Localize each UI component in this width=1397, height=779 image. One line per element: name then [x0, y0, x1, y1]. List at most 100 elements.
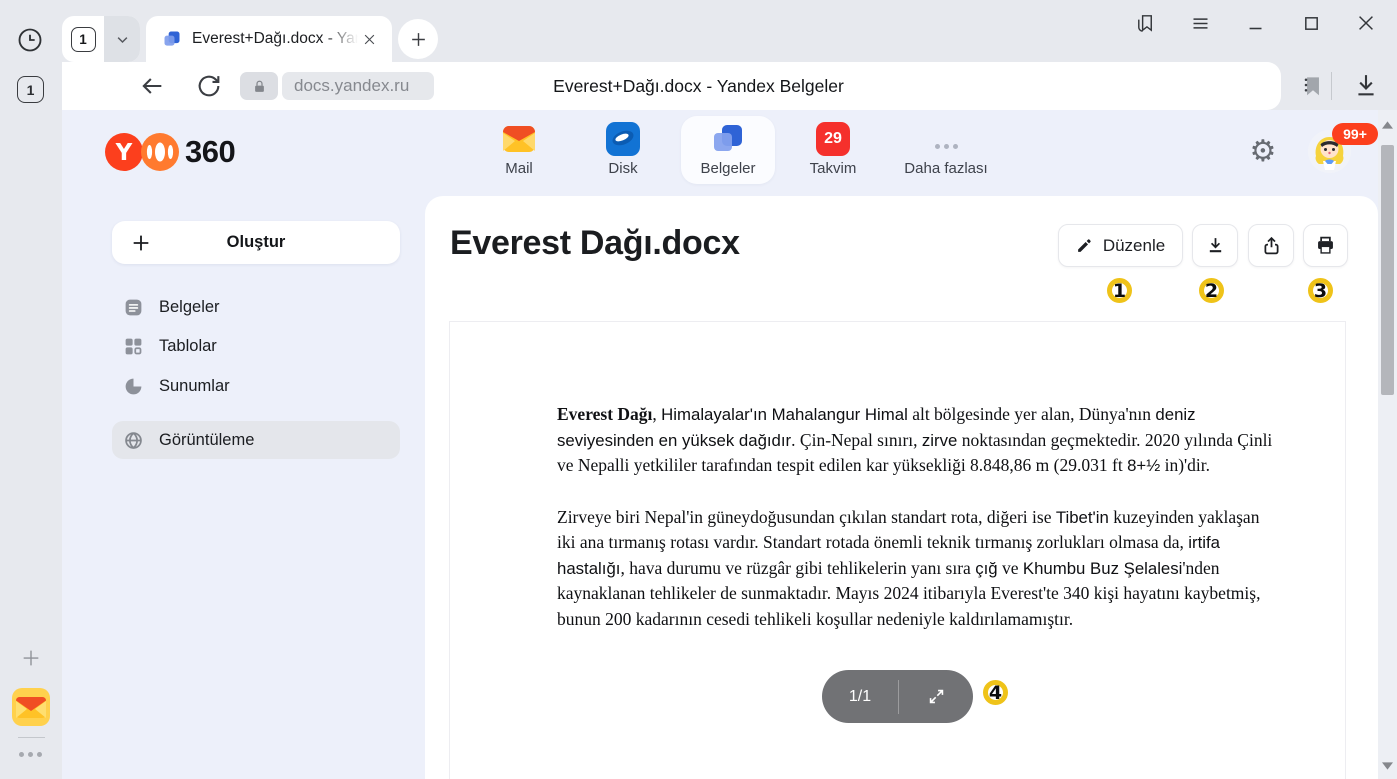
- page-indicator: 1/1: [822, 688, 898, 706]
- site-security-button[interactable]: [240, 72, 278, 100]
- sidebar-item-sunumlar[interactable]: Sunumlar: [112, 367, 400, 405]
- annotation-circle-1: 1: [1107, 278, 1132, 303]
- fullscreen-button[interactable]: [899, 687, 973, 706]
- chevron-down-icon: [115, 32, 130, 47]
- refresh-button[interactable]: [195, 72, 223, 100]
- service-label: Mail: [505, 160, 533, 177]
- download-icon: [1352, 71, 1380, 99]
- sidebar-item-tablolar[interactable]: Tablolar: [112, 327, 400, 365]
- y360-logo-icon: Y: [105, 132, 181, 172]
- lock-icon: [252, 79, 267, 94]
- service-label: Disk: [608, 160, 637, 177]
- annotation-circle-3: 3: [1308, 278, 1333, 303]
- viewer-controls[interactable]: 1/1: [822, 670, 973, 723]
- service-mail[interactable]: Mail: [472, 116, 566, 184]
- document-icon: [123, 297, 144, 318]
- service-label: Belgeler: [700, 160, 755, 177]
- pencil-icon: [1076, 237, 1093, 254]
- tab-counter[interactable]: 1: [62, 16, 104, 62]
- sidebar-item-label: Sunumlar: [159, 377, 230, 396]
- svg-text:Y: Y: [115, 140, 133, 166]
- logo-360-text: 360: [185, 134, 235, 170]
- table-grid-icon: [123, 336, 144, 357]
- address-bar[interactable]: docs.yandex.ru: [62, 62, 1281, 110]
- kebab-menu-icon: [1297, 76, 1315, 94]
- window-maximize-button[interactable]: [1297, 9, 1325, 37]
- sidebar-divider: [18, 737, 45, 738]
- page-title: Everest Dağı.docx: [450, 224, 740, 263]
- service-belgeler-selected[interactable]: Belgeler: [681, 116, 775, 184]
- new-tab-button[interactable]: [398, 19, 438, 59]
- document-paragraph: Everest Dağı, Himalayalar'ın Mahalangur …: [557, 402, 1281, 479]
- create-button-label: Oluştur: [112, 233, 400, 252]
- window-close-button[interactable]: [1352, 9, 1380, 37]
- annotation-circle-4: 4: [983, 680, 1008, 705]
- pie-chart-icon: [123, 376, 144, 397]
- download-document-button[interactable]: [1192, 224, 1238, 267]
- more-dots-icon: [935, 121, 958, 157]
- edit-button-label: Düzenle: [1103, 236, 1165, 256]
- yandex-mail-app-icon[interactable]: [12, 688, 50, 726]
- hamburger-menu-icon: [1190, 13, 1211, 34]
- minimize-icon: [1245, 12, 1267, 34]
- printer-icon: [1315, 235, 1336, 256]
- downloads-button[interactable]: [1352, 71, 1380, 99]
- disk-icon: [606, 121, 640, 157]
- browser-tab[interactable]: Everest+Dağı.docx - Yan: [146, 16, 392, 62]
- refresh-icon: [195, 72, 223, 100]
- back-arrow-icon: [138, 72, 166, 100]
- history-clock-icon[interactable]: [16, 26, 44, 54]
- service-takvim[interactable]: 29 Takvim: [786, 116, 880, 184]
- service-more[interactable]: Daha fazlası: [891, 116, 1001, 184]
- plus-icon: [20, 647, 42, 669]
- yandex-360-logo[interactable]: Y 360: [105, 132, 235, 172]
- panels-bookmark-icon: [1134, 12, 1157, 35]
- sidebar-item-label: Tablolar: [159, 337, 217, 356]
- scroll-up-arrow[interactable]: [1378, 118, 1397, 132]
- tab-close-icon[interactable]: [358, 28, 380, 50]
- settings-gear-icon[interactable]: ⚙: [1247, 136, 1279, 168]
- service-label: Takvim: [810, 160, 857, 177]
- sidebar-item-belgeler[interactable]: Belgeler: [112, 288, 400, 326]
- share-upload-icon: [1261, 235, 1282, 256]
- notification-badge: 99+: [1332, 123, 1378, 145]
- document-text: Everest Dağı, Himalayalar'ın Mahalangur …: [557, 402, 1281, 658]
- sidebar-add-button[interactable]: [20, 647, 42, 669]
- globe-icon: [123, 430, 144, 451]
- calendar-icon: 29: [816, 121, 850, 157]
- scroll-down-arrow[interactable]: [1378, 759, 1397, 773]
- tab-group-control[interactable]: 1: [62, 16, 140, 62]
- url-domain[interactable]: docs.yandex.ru: [282, 72, 434, 100]
- service-disk[interactable]: Disk: [576, 116, 670, 184]
- document-favicon: [162, 29, 182, 49]
- toolbar-divider: [1331, 72, 1332, 100]
- page-scrollbar[interactable]: [1378, 110, 1397, 779]
- calendar-day-badge: 29: [816, 122, 850, 156]
- tab-counter-badge: 1: [71, 27, 96, 52]
- sidebar-item-label: Görüntüleme: [159, 431, 254, 450]
- maximize-icon: [1301, 13, 1322, 34]
- sidebar-more-icon[interactable]: [19, 752, 42, 757]
- annotation-circle-2: 2: [1199, 278, 1224, 303]
- plus-icon: [409, 30, 428, 49]
- scrollbar-thumb[interactable]: [1381, 145, 1394, 395]
- edit-button[interactable]: Düzenle: [1058, 224, 1183, 267]
- belgeler-icon: [711, 121, 745, 157]
- service-label: Daha fazlası: [904, 160, 987, 177]
- sidebar-item-goruntuleme[interactable]: Görüntüleme: [112, 421, 400, 459]
- address-more-button[interactable]: [1295, 73, 1317, 97]
- document-paragraph: Zirveye biri Nepal'in güneydoğusundan çı…: [557, 505, 1281, 633]
- back-button[interactable]: [138, 72, 166, 100]
- browser-window: 1 Everest+Dağı.docx - Yan: [0, 0, 1397, 779]
- tab-title: Everest+Dağı.docx - Yan: [192, 30, 358, 48]
- sidebar-tab-counter[interactable]: 1: [17, 76, 44, 103]
- sidebar-item-label: Belgeler: [159, 298, 220, 317]
- tab-list-dropdown[interactable]: [104, 16, 140, 62]
- window-minimize-button[interactable]: [1242, 9, 1270, 37]
- side-panels-button[interactable]: [1131, 9, 1159, 37]
- mail-icon: [502, 121, 536, 157]
- share-document-button[interactable]: [1248, 224, 1294, 267]
- create-button[interactable]: Oluştur: [112, 221, 400, 264]
- browser-menu-button[interactable]: [1186, 9, 1214, 37]
- print-document-button[interactable]: [1303, 224, 1348, 267]
